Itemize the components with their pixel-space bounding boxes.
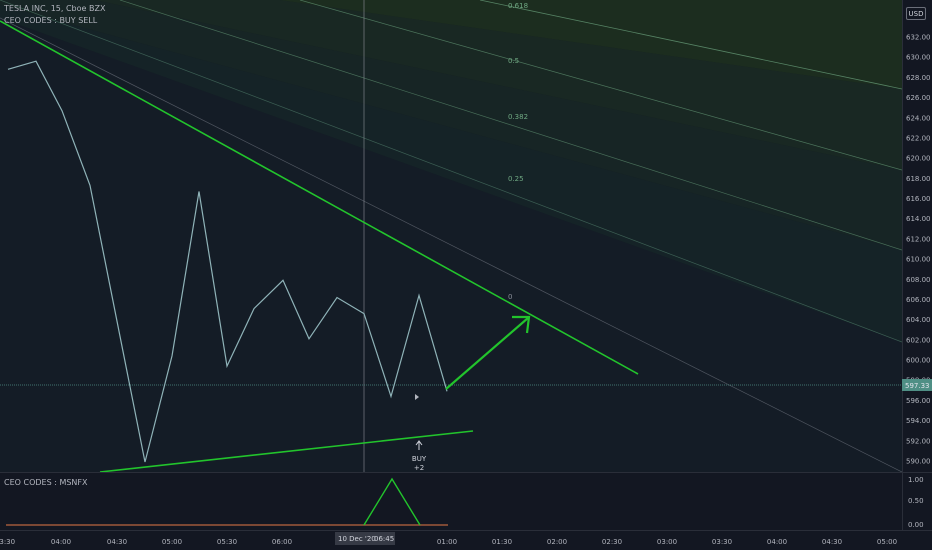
fib-fan[interactable]: 0.618 0.5 0.382 0.25 0 (0, 0, 902, 472)
price-axis-label: 626.00 (906, 94, 931, 102)
time-axis-label: 05:00 (162, 538, 182, 546)
time-axis-label: 02:00 (547, 538, 567, 546)
lower-axis-label: 1.00 (908, 476, 924, 484)
time-axis-label: 02:30 (602, 538, 622, 546)
price-axis-label: 630.00 (906, 54, 931, 62)
time-axis-label: 04:00 (51, 538, 71, 546)
price-axis-label: 592.00 (906, 437, 931, 445)
indicator-legend-main[interactable]: CEO CODES : BUY SELL (4, 16, 97, 25)
time-axis-label: 05:00 (877, 538, 897, 546)
current-price-badge: 597.33 (902, 379, 932, 391)
price-axis-label: 620.00 (906, 155, 931, 163)
current-price-label: 597.33 (905, 382, 930, 390)
price-axis-label: 618.00 (906, 175, 931, 183)
lower-axis[interactable]: 1.00 0.50 0.00 (908, 476, 924, 529)
time-axis-label: 04:30 (107, 538, 127, 546)
indicator-legend-lower[interactable]: CEO CODES : MSNFX (4, 478, 87, 487)
fib-label-382: 0.382 (508, 113, 528, 121)
time-axis-label: 06:00 (272, 538, 292, 546)
price-axis-label: 622.00 (906, 134, 931, 142)
price-axis-label: 616.00 (906, 195, 931, 203)
time-axis-label: 03:30 (712, 538, 732, 546)
price-axis-label: 612.00 (906, 235, 931, 243)
fib-label-5: 0.5 (508, 57, 519, 65)
currency-badge[interactable]: USD (906, 7, 926, 20)
crosshair-time-badge: 10 Dec '20 06:45 (335, 532, 395, 545)
crosshair-time: 06:45 (374, 535, 394, 543)
price-axis-label: 604.00 (906, 316, 931, 324)
fib-label-25: 0.25 (508, 175, 524, 183)
time-axis-label: 05:30 (217, 538, 237, 546)
price-axis-label: 610.00 (906, 256, 931, 264)
fib-label-0: 0 (508, 293, 512, 301)
time-axis-label: 01:30 (492, 538, 512, 546)
price-axis-label: 608.00 (906, 276, 931, 284)
time-axis-label: 03:30 (0, 538, 15, 546)
lower-axis-label: 0.50 (908, 497, 924, 505)
time-axis[interactable]: 03:30 04:00 04:30 05:00 05:30 06:00 01:00 01:30… (0, 538, 897, 546)
price-axis-label: 594.00 (906, 417, 931, 425)
time-axis-label: 03:00 (657, 538, 677, 546)
price-axis-label: 602.00 (906, 336, 931, 344)
time-axis-label: 04:30 (822, 538, 842, 546)
buy-signal-label: BUY (412, 455, 427, 463)
price-axis-label: 606.00 (906, 296, 931, 304)
lower-pane[interactable] (0, 473, 902, 530)
buy-signal-count: +2 (414, 464, 424, 472)
crosshair-date: 10 Dec '20 (338, 535, 376, 543)
price-axis-label: 600.00 (906, 357, 931, 365)
chart-canvas[interactable]: 0.618 0.5 0.382 0.25 0 BUY +2 632.00 630.… (0, 0, 932, 550)
fib-label-618: 0.618 (508, 2, 528, 10)
time-axis-label: 04:00 (767, 538, 787, 546)
price-axis-label: 614.00 (906, 215, 931, 223)
lower-axis-label: 0.00 (908, 521, 924, 529)
symbol-legend[interactable]: TESLA INC, 15, Cboe BZX (4, 4, 105, 13)
price-axis-label: 628.00 (906, 74, 931, 82)
price-axis[interactable]: 632.00 630.00 628.00 626.00 624.00 622.00 620.… (906, 34, 931, 466)
price-axis-label: 596.00 (906, 397, 931, 405)
price-axis-label: 632.00 (906, 34, 931, 42)
time-axis-label: 01:00 (437, 538, 457, 546)
price-axis-label: 624.00 (906, 114, 931, 122)
price-axis-label: 590.00 (906, 458, 931, 466)
